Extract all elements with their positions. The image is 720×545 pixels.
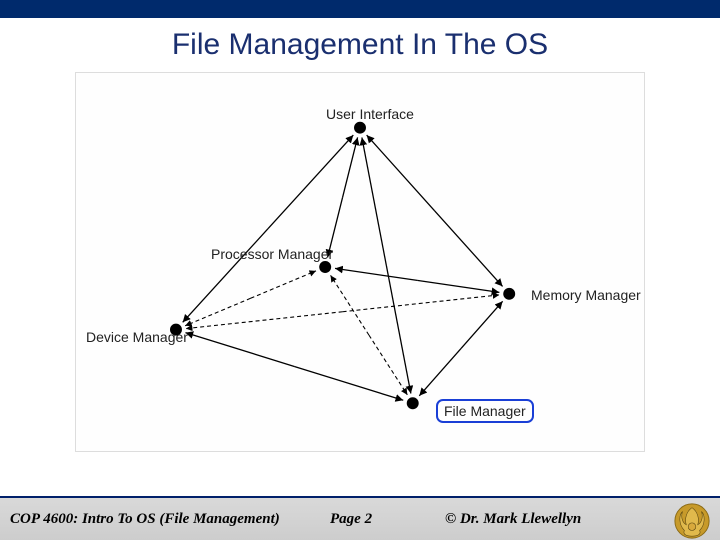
diagram-svg <box>76 73 644 451</box>
label-file: File Manager <box>436 399 534 423</box>
footer-author: © Dr. Mark Llewellyn <box>445 511 581 528</box>
label-ui: User Interface <box>326 106 414 122</box>
node-file <box>407 397 419 409</box>
label-processor: Processor Manager <box>211 246 333 262</box>
footer-page: Page 2 <box>330 511 372 528</box>
ucf-logo <box>672 502 712 540</box>
header-bar <box>0 0 720 18</box>
label-memory: Memory Manager <box>531 287 641 303</box>
footer-course: COP 4600: Intro To OS (File Management) <box>10 511 280 528</box>
diagram-container: User Interface Processor Manager Memory Ma… <box>75 72 645 452</box>
node-ui <box>354 122 366 134</box>
label-device: Device Manager <box>86 329 188 345</box>
page-title: File Management In The OS <box>0 28 720 62</box>
node-processor <box>319 261 331 273</box>
footer: COP 4600: Intro To OS (File Management) … <box>0 496 720 540</box>
node-memory <box>503 288 515 300</box>
